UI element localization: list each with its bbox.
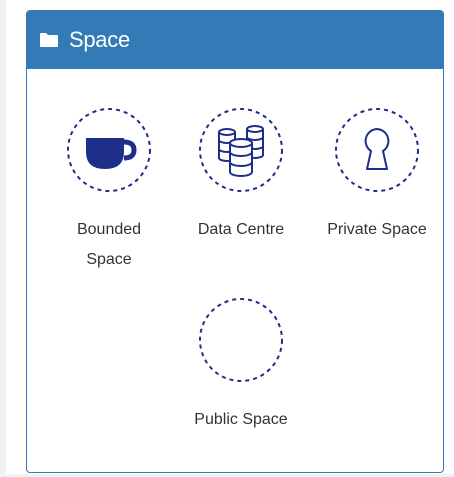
tile-label: Bounded Space	[76, 221, 142, 268]
tile-circle	[335, 108, 419, 192]
tile-label: Private Space	[327, 221, 427, 238]
cup-icon	[86, 138, 137, 169]
space-panel: Space Bounded Space Data Centre Private …	[26, 10, 444, 473]
left-edge	[0, 0, 6, 477]
tile-circle	[199, 298, 283, 382]
keyhole-icon	[364, 128, 390, 170]
tile-label: Data Centre	[197, 221, 285, 238]
tile-circle	[67, 108, 151, 192]
panel-title: Space	[69, 27, 130, 52]
database-icon	[218, 125, 264, 177]
tile-circle	[199, 108, 283, 192]
folder-icon	[40, 33, 58, 47]
page: Space Bounded Space Data Centre Private …	[0, 0, 454, 477]
tile-label: Public Space	[194, 411, 288, 428]
panel-header: Space	[27, 11, 443, 69]
